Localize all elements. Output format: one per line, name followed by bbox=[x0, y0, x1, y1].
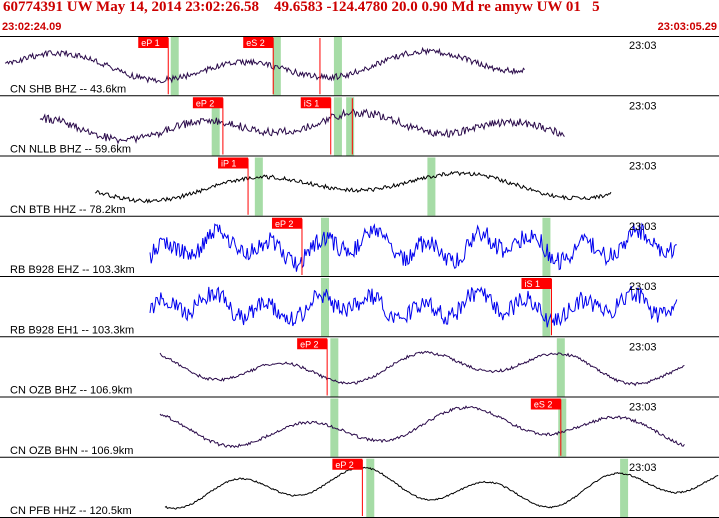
phase-pick-label: eP 2 bbox=[196, 98, 214, 108]
phase-pick-label: iS 1 bbox=[524, 279, 540, 289]
waveform-trace bbox=[149, 222, 677, 272]
trace-row[interactable]: eS 2 23:03 CN OZB BHN -- 106.9km bbox=[0, 398, 719, 458]
arrival-window-marker bbox=[320, 278, 329, 337]
trace-time-label: 23:03 bbox=[629, 100, 657, 112]
station-label: CN OZB BHZ -- 106.9km bbox=[10, 385, 132, 397]
phase-pick-label: eP 2 bbox=[300, 339, 318, 349]
seismogram-panel[interactable]: eP 1 eS 2 23:03CN SHB BHZ -- 43.6kmeP 2 iS … bbox=[0, 36, 719, 518]
trace-row[interactable]: eP 2 iS 1 23:03 CN NLLB BHZ -- 59.6km bbox=[0, 97, 719, 157]
trace-row[interactable]: iP 1 23:03 CN BTB HHZ -- 78.2km bbox=[0, 157, 719, 217]
event-header: 60774391 UW May 14, 2014 23:02:26.58 49.… bbox=[0, 0, 719, 36]
waveform-trace bbox=[149, 285, 678, 328]
start-time: 23:02:24.09 bbox=[2, 21, 62, 33]
waveform-trace bbox=[94, 170, 612, 204]
trace-time-label: 23:03 bbox=[629, 221, 657, 233]
waveform-trace bbox=[39, 108, 565, 145]
trace-time-label: 23:03 bbox=[629, 40, 657, 52]
trace-row[interactable]: eP 1 eS 2 23:03 CN SHB BHZ -- 43.6km bbox=[0, 37, 719, 97]
arrival-window-marker bbox=[333, 97, 342, 156]
station-label: CN PFB HHZ -- 120.5km bbox=[10, 505, 132, 517]
waveform-trace bbox=[159, 405, 685, 449]
arrival-window-marker bbox=[333, 37, 342, 96]
trace-time-label: 23:03 bbox=[629, 462, 657, 474]
phase-pick-label: eP 1 bbox=[141, 38, 159, 48]
trace-time-label: 23:03 bbox=[629, 281, 657, 293]
station-label: CN NLLB BHZ -- 59.6km bbox=[10, 144, 131, 156]
arrival-window-marker bbox=[620, 458, 629, 517]
waveform-trace bbox=[159, 350, 685, 387]
event-title: 60774391 UW May 14, 2014 23:02:26.58 49.… bbox=[3, 0, 600, 15]
trace-row[interactable]: iS 1 23:03 RB B928 EH1 -- 103.3km bbox=[0, 278, 719, 338]
end-time: 23:03:05.29 bbox=[657, 21, 717, 33]
station-label: RB B928 EH1 -- 103.3km bbox=[10, 324, 134, 336]
waveform-trace bbox=[4, 46, 525, 84]
arrival-window-marker bbox=[330, 338, 339, 397]
arrival-window-marker bbox=[320, 217, 329, 276]
trace-time-label: 23:03 bbox=[629, 341, 657, 353]
trace-row[interactable]: eP 2 23:03 RB B928 EHZ -- 103.3km bbox=[0, 217, 719, 277]
phase-pick-label: eP 2 bbox=[335, 460, 353, 470]
arrival-window-marker bbox=[254, 157, 263, 216]
trace-row[interactable]: eP 2 23:03 CN OZB BHZ -- 106.9km bbox=[0, 338, 719, 398]
phase-pick-label: eP 2 bbox=[275, 219, 293, 229]
arrival-window-marker bbox=[170, 37, 179, 96]
trace-time-label: 23:03 bbox=[629, 402, 657, 414]
trace-time-label: 23:03 bbox=[629, 161, 657, 173]
arrival-window-marker bbox=[346, 97, 355, 156]
arrival-window-marker bbox=[427, 157, 436, 216]
arrival-window-marker bbox=[556, 338, 565, 397]
station-label: CN OZB BHN -- 106.9km bbox=[10, 445, 133, 457]
phase-pick-label: iS 1 bbox=[304, 98, 320, 108]
station-label: CN SHB BHZ -- 43.6km bbox=[10, 83, 126, 95]
station-label: RB B928 EHZ -- 103.3km bbox=[10, 264, 135, 276]
station-label: CN BTB HHZ -- 78.2km bbox=[10, 204, 126, 216]
phase-pick-label: iP 1 bbox=[221, 159, 236, 169]
trace-row[interactable]: eP 2 23:03 CN PFB HHZ -- 120.5km bbox=[0, 458, 719, 518]
phase-pick-label: eS 2 bbox=[534, 400, 553, 410]
phase-pick-label: eS 2 bbox=[246, 38, 265, 48]
